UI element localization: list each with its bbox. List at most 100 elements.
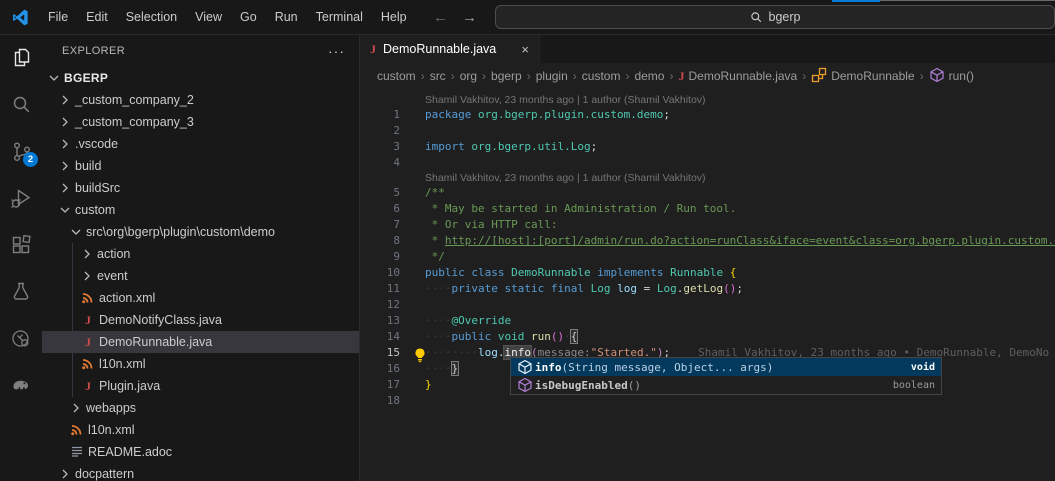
chevron-down-icon [57, 202, 73, 218]
line-number [360, 93, 400, 107]
line-number: 16 [360, 361, 400, 377]
line-number: 7 [360, 217, 400, 233]
tree-item-build[interactable]: build [42, 155, 359, 177]
tree-item-label: Plugin.java [99, 379, 160, 393]
breadcrumb-custom[interactable]: custom [582, 69, 621, 83]
tree-item--custom-company-3[interactable]: _custom_company_3 [42, 111, 359, 133]
breadcrumb-separator: › [420, 69, 426, 83]
gutter-glyph-margin [400, 393, 425, 409]
tree-item-l10n-xml[interactable]: l10n.xml [42, 419, 359, 441]
tree-item-event[interactable]: event [42, 265, 359, 287]
menu-view[interactable]: View [186, 0, 231, 35]
breadcrumb-demorunnable[interactable]: DemoRunnable [811, 67, 914, 86]
workbench-body: 2 EXPLORER ··· BGERP_custom_company_2_cu… [0, 35, 1055, 481]
explorer-sidebar: EXPLORER ··· BGERP_custom_company_2_cust… [42, 35, 360, 481]
suggest-return-type: void [911, 362, 935, 373]
menu-run[interactable]: Run [266, 0, 307, 35]
code-line-3: 3import org.bgerp.util.Log; [360, 139, 1055, 155]
code-text: } [425, 377, 432, 393]
breadcrumb-run-[interactable]: run() [929, 67, 974, 86]
method-symbol-icon [515, 377, 535, 393]
tree-item-webapps[interactable]: webapps [42, 397, 359, 419]
menu-edit[interactable]: Edit [77, 0, 117, 35]
code-editor[interactable]: Shamil Vakhitov, 23 months ago | 1 autho… [360, 89, 1055, 481]
tree-item-buildsrc[interactable]: buildSrc [42, 177, 359, 199]
close-tab-icon[interactable]: × [521, 42, 529, 57]
line-number: 14 [360, 329, 400, 345]
tree-item--custom-company-2[interactable]: _custom_company_2 [42, 89, 359, 111]
line-number: 5 [360, 185, 400, 201]
tree-item-readme-adoc[interactable]: README.adoc [42, 441, 359, 463]
java-file-icon: J [678, 69, 684, 84]
tree-item-action-xml[interactable]: action.xml [42, 287, 359, 309]
suggest-label: info [535, 361, 562, 374]
tree-item-action[interactable]: action [42, 243, 359, 265]
tree-item-docpattern[interactable]: docpattern [42, 463, 359, 481]
tree-item--vscode[interactable]: .vscode [42, 133, 359, 155]
breadcrumb-bgerp[interactable]: bgerp [491, 69, 522, 83]
menu-terminal[interactable]: Terminal [307, 0, 372, 35]
tree-item-custom[interactable]: custom [42, 199, 359, 221]
chevron-right-icon [79, 246, 95, 262]
tree-item-label: action.xml [99, 291, 155, 305]
breadcrumb-separator: › [526, 69, 532, 83]
indent-guide [72, 375, 73, 397]
tree-item-l10n-xml[interactable]: l10n.xml [42, 353, 359, 375]
gutter-glyph-margin [400, 313, 425, 329]
breadcrumb-separator: › [801, 69, 807, 83]
run-and-debug-icon[interactable] [9, 186, 33, 210]
code-text: * May be started in Administration / Run… [425, 201, 736, 217]
command-center-search[interactable]: bgerp [495, 5, 1055, 29]
menu-help[interactable]: Help [372, 0, 416, 35]
tree-item-bgerp[interactable]: BGERP [42, 67, 359, 89]
gutter-glyph-margin [400, 107, 425, 123]
chevron-right-icon [57, 114, 73, 130]
tab-demorunnable[interactable]: J DemoRunnable.java × [360, 35, 540, 63]
blame-text: Shamil Vakhitov, 23 months ago | 1 autho… [425, 171, 706, 185]
chevron-down-icon [68, 224, 84, 240]
tree-item-plugin-java[interactable]: JPlugin.java [42, 375, 359, 397]
breadcrumb-demo[interactable]: demo [634, 69, 664, 83]
activity-bar: 2 [0, 35, 42, 481]
java-file-icon: J [79, 335, 97, 350]
top-accent-line [0, 0, 1055, 2]
indent-guide [72, 331, 73, 353]
tree-item-label: _custom_company_3 [75, 115, 194, 129]
tree-item-demorunnable-java[interactable]: JDemoRunnable.java [42, 331, 359, 353]
java-file-icon: J [79, 313, 97, 328]
search-icon[interactable] [9, 92, 33, 116]
explorer-icon[interactable] [9, 45, 33, 69]
gutter-glyph-margin [400, 265, 425, 281]
breadcrumb-src[interactable]: src [430, 69, 446, 83]
extensions-icon[interactable] [9, 233, 33, 257]
remote-tool-icon[interactable] [9, 327, 33, 351]
line-number: 17 [360, 377, 400, 393]
tree-item-label: l10n.xml [99, 357, 146, 371]
gutter-glyph-margin [400, 139, 425, 155]
tree-item-label: .vscode [75, 137, 118, 151]
git-blame-annotation: Shamil Vakhitov, 23 months ago | 1 autho… [360, 171, 1055, 185]
gradle-icon[interactable] [9, 374, 33, 398]
menu-selection[interactable]: Selection [117, 0, 186, 35]
tree-item-src-org-bgerp-plugin-custom-demo[interactable]: src\org\bgerp\plugin\custom\demo [42, 221, 359, 243]
source-control-icon[interactable]: 2 [9, 139, 33, 163]
tree-item-demonotifyclass-java[interactable]: JDemoNotifyClass.java [42, 309, 359, 331]
menu-file[interactable]: File [39, 0, 77, 35]
suggest-item-isdebugenabled[interactable]: isDebugEnabled()boolean [511, 376, 941, 394]
more-actions-icon[interactable]: ··· [328, 43, 345, 59]
line-number: 1 [360, 107, 400, 123]
forward-arrow-icon[interactable]: → [462, 9, 477, 26]
back-arrow-icon[interactable]: ← [433, 9, 448, 26]
code-line-5: 5/** [360, 185, 1055, 201]
breadcrumb-custom[interactable]: custom [377, 69, 416, 83]
breadcrumb-plugin[interactable]: plugin [536, 69, 568, 83]
breadcrumb-demorunnable-java[interactable]: JDemoRunnable.java [678, 69, 797, 84]
vscode-logo-icon[interactable] [12, 9, 29, 26]
code-line-14: 14····public void run()·{ [360, 329, 1055, 345]
suggest-item-info[interactable]: info(String message, Object... args)void [511, 358, 941, 376]
breadcrumb-org[interactable]: org [460, 69, 477, 83]
menu-go[interactable]: Go [231, 0, 266, 35]
line-number: 15 [360, 345, 400, 361]
testing-icon[interactable] [9, 280, 33, 304]
gutter-glyph-margin [400, 249, 425, 265]
